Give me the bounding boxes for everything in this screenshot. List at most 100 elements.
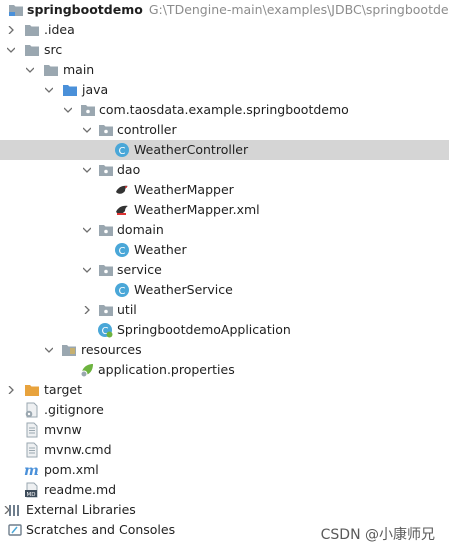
chevron-right-icon[interactable] — [81, 300, 93, 320]
tree-item-label: domain — [117, 222, 164, 237]
tree-row-weather[interactable]: C Weather — [0, 240, 449, 260]
tree-item-label: External Libraries — [26, 502, 136, 517]
chevron-right-icon[interactable] — [5, 20, 17, 40]
tree-item-label: service — [117, 262, 162, 277]
svg-text:m: m — [24, 463, 39, 478]
chevron-down-icon[interactable] — [81, 120, 93, 140]
root-name: springbootdemo — [27, 2, 143, 17]
package-icon — [80, 102, 96, 118]
tree-row-domain[interactable]: domain — [0, 220, 449, 240]
watermark: CSDN @小康师兄 — [320, 527, 435, 543]
gitignore-file-icon — [24, 402, 40, 418]
tree-row-resources[interactable]: resources — [0, 340, 449, 360]
folder-icon — [43, 62, 59, 78]
tree-item-label: pom.xml — [44, 462, 99, 477]
tree-row-main[interactable]: main — [0, 60, 449, 80]
tree-item-label: resources — [81, 342, 142, 357]
resources-folder-icon — [61, 342, 77, 358]
tree-row-idea[interactable]: .idea — [0, 20, 449, 40]
tree-row-dao[interactable]: dao — [0, 160, 449, 180]
tree-item-label: java — [82, 82, 109, 97]
tree-item-label: target — [44, 382, 83, 397]
package-icon — [98, 262, 114, 278]
svg-text:C: C — [119, 146, 126, 157]
tree-row-util[interactable]: util — [0, 300, 449, 320]
package-icon — [98, 162, 114, 178]
tree-root-label: springbootdemo G:\TDengine-main\examples\… — [27, 0, 449, 20]
mybatis-bird-icon — [114, 182, 130, 198]
tree-row-target[interactable]: target — [0, 380, 449, 400]
tree-item-label: readme.md — [44, 482, 117, 497]
chevron-down-icon[interactable] — [43, 340, 55, 360]
tree-row-root[interactable]: springbootdemo G:\TDengine-main\examples\… — [0, 0, 449, 20]
tree-row-src[interactable]: src — [0, 40, 449, 60]
tree-item-label: WeatherService — [134, 282, 233, 297]
folder-icon — [24, 42, 40, 58]
tree-row-mvnw-cmd[interactable]: mvnw.cmd — [0, 440, 449, 460]
chevron-down-icon[interactable] — [43, 80, 55, 100]
tree-row-readme[interactable]: MD readme.md — [0, 480, 449, 500]
mybatis-xml-icon — [114, 202, 130, 218]
root-path: G:\TDengine-main\examples\JDBC\springboo… — [148, 2, 449, 17]
markdown-file-icon: MD — [24, 482, 40, 498]
excluded-folder-icon — [24, 382, 40, 398]
tree-item-label: src — [44, 42, 63, 57]
tree-row-service[interactable]: service — [0, 260, 449, 280]
text-file-icon — [24, 422, 40, 438]
tree-row-java[interactable]: java — [0, 80, 449, 100]
library-icon — [7, 502, 23, 518]
svg-text:C: C — [119, 246, 126, 257]
tree-item-label: mvnw — [44, 422, 82, 437]
source-folder-icon — [62, 82, 78, 98]
tree-row-weather-mapper[interactable]: WeatherMapper — [0, 180, 449, 200]
svg-text:C: C — [119, 286, 126, 297]
chevron-down-icon[interactable] — [24, 60, 36, 80]
scratches-icon — [7, 522, 23, 538]
tree-item-label: util — [117, 302, 137, 317]
tree-item-label: .gitignore — [44, 402, 104, 417]
tree-row-weather-controller[interactable]: C WeatherController — [0, 140, 449, 160]
tree-item-label: controller — [117, 122, 177, 137]
tree-row-package[interactable]: com.taosdata.example.springbootdemo — [0, 100, 449, 120]
tree-item-label: dao — [117, 162, 141, 177]
tree-item-label: Scratches and Consoles — [26, 522, 176, 537]
module-folder-icon — [8, 2, 24, 18]
spring-boot-class-icon: C — [97, 322, 113, 338]
tree-row-weather-mapper-xml[interactable]: WeatherMapper.xml — [0, 200, 449, 220]
tree-item-label: WeatherMapper.xml — [134, 202, 260, 217]
tree-row-controller[interactable]: controller — [0, 120, 449, 140]
spring-properties-icon — [79, 362, 95, 378]
tree-item-label: WeatherController — [134, 142, 249, 157]
tree-row-external-libraries[interactable]: External Libraries — [0, 500, 449, 520]
class-icon: C — [114, 242, 130, 258]
chevron-down-icon[interactable] — [62, 100, 74, 120]
project-tree: springbootdemo G:\TDengine-main\examples\… — [0, 0, 449, 540]
package-icon — [98, 222, 114, 238]
tree-item-label: application.properties — [98, 362, 235, 377]
tree-item-label: main — [63, 62, 95, 77]
text-file-icon — [24, 442, 40, 458]
class-icon: C — [114, 282, 130, 298]
folder-icon — [24, 22, 40, 38]
tree-item-label: SpringbootdemoApplication — [117, 322, 291, 337]
tree-item-label: Weather — [134, 242, 187, 257]
tree-item-label: com.taosdata.example.springbootdemo — [99, 102, 349, 117]
tree-item-label: WeatherMapper — [134, 182, 234, 197]
tree-row-app[interactable]: C SpringbootdemoApplication — [0, 320, 449, 340]
chevron-down-icon[interactable] — [81, 220, 93, 240]
class-icon: C — [114, 142, 130, 158]
maven-icon: m — [24, 462, 40, 479]
tree-row-app-properties[interactable]: application.properties — [0, 360, 449, 380]
chevron-down-icon[interactable] — [81, 160, 93, 180]
chevron-down-icon[interactable] — [5, 40, 17, 60]
tree-row-pom[interactable]: m pom.xml — [0, 460, 449, 480]
tree-row-weather-service[interactable]: C WeatherService — [0, 280, 449, 300]
svg-text:MD: MD — [27, 492, 36, 498]
chevron-right-icon[interactable] — [5, 380, 17, 400]
tree-row-gitignore[interactable]: .gitignore — [0, 400, 449, 420]
package-icon — [98, 122, 114, 138]
package-icon — [98, 302, 114, 318]
tree-item-label: mvnw.cmd — [44, 442, 112, 457]
chevron-down-icon[interactable] — [81, 260, 93, 280]
tree-row-mvnw[interactable]: mvnw — [0, 420, 449, 440]
